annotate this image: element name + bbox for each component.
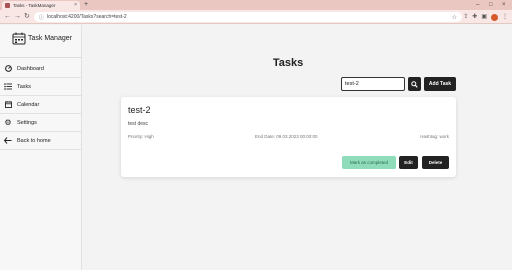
sidebar-item-label: Settings [17,119,37,126]
sidebar-item-label: Back to home [17,137,51,144]
maximize-icon[interactable]: □ [489,1,493,9]
sidebar-item-label: Dashboard [17,65,44,72]
sidebar-item-label: Calendar [17,101,40,108]
gear-icon: ⚙ [4,117,12,127]
add-task-button[interactable]: Add Task [424,77,456,91]
search-input[interactable] [341,77,405,91]
brand-name: Task Manager [28,35,72,42]
page-title: Tasks [272,57,304,69]
minimize-icon[interactable]: – [476,1,479,9]
extension-puzzle-icon[interactable]: ✚ [472,13,477,21]
task-priority: Priority: High [128,134,154,139]
task-manager-logo-icon [12,32,26,45]
brand-divider [0,57,82,58]
task-hashtag: Hashtag: work [420,134,449,139]
task-end-date: End Date: 09.03.2023 00:00:00 [255,134,318,139]
sidebar-item-calendar[interactable]: Calendar [0,96,82,114]
reload-icon[interactable]: ↻ [24,13,30,21]
back-arrow-icon [4,137,12,145]
task-description: test desc [128,121,149,127]
task-card: test-2 test desc Priority: High End Date… [121,97,456,177]
browser-toolbar: ← → ↻ ⓘ localhost:4200/Tasks?search=test… [0,10,512,24]
sidebar-item-back-to-home[interactable]: Back to home [0,132,82,150]
info-icon[interactable]: ⓘ [39,14,44,21]
close-window-icon[interactable]: × [502,1,506,9]
task-title: test-2 [128,105,151,115]
browser-tabstrip: Tasks - TaskManager × + – □ × [0,0,512,10]
browser-tab[interactable]: Tasks - TaskManager × [2,1,80,10]
sidebar-item-label: Tasks [17,83,32,90]
forward-icon[interactable]: → [14,13,21,21]
url-text: localhost:4200/Tasks?search=test-2 [47,14,127,20]
sidebar-item-settings[interactable]: ⚙ Settings [0,114,82,132]
search-button[interactable] [408,77,421,91]
close-tab-icon[interactable]: × [74,3,77,8]
tasks-list-icon [4,83,12,91]
sidebar-item-dashboard[interactable]: Dashboard [0,60,82,78]
menu-icon[interactable]: ⋮ [502,13,508,21]
sidebar-item-tasks[interactable]: Tasks [0,78,82,96]
search-icon [411,80,418,88]
address-bar[interactable]: ⓘ localhost:4200/Tasks?search=test-2 ☆ [34,12,462,22]
sidepanel-icon[interactable]: ▣ [481,13,487,21]
brand[interactable]: Task Manager [12,32,72,45]
new-tab-icon[interactable]: + [84,1,88,9]
favicon-icon [5,3,10,8]
edit-button[interactable]: Edit [399,156,418,169]
delete-button[interactable]: Delete [422,156,449,169]
back-icon[interactable]: ← [4,13,11,21]
dashboard-icon [4,65,12,73]
extension-icons: ⇪ ✚ ▣ ⋮ [463,13,508,21]
star-icon[interactable]: ☆ [452,14,457,21]
browser-tab-title: Tasks - TaskManager [13,3,56,8]
mark-completed-button[interactable]: Mark as completed [342,156,396,169]
sidebar: Task Manager Dashboard Tasks Calendar ⚙ … [0,25,82,270]
share-icon[interactable]: ⇪ [463,13,468,21]
calendar-icon [4,101,12,109]
profile-avatar[interactable] [491,13,498,21]
